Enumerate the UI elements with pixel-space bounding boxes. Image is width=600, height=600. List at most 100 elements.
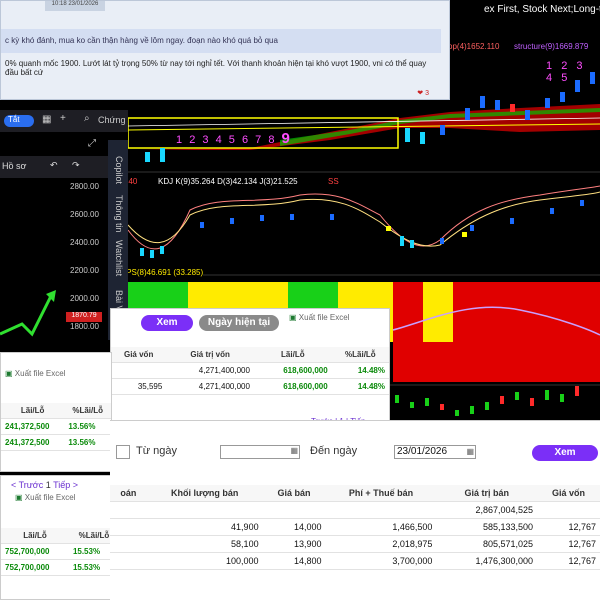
pager-page: 1	[45, 480, 51, 490]
kdj-ss-label: SS	[328, 177, 339, 186]
export-excel-link[interactable]: ▣ Xuất file Excel	[15, 493, 76, 502]
table-row: 4,271,400,000 618,600,000 14.48%	[111, 362, 389, 379]
pager-prev[interactable]: Trước	[19, 480, 44, 490]
calendar-icon[interactable]: ▦	[290, 446, 298, 455]
col-cost: Giá vốn	[537, 485, 600, 502]
cell-pct: 13.56%	[64, 434, 111, 451]
col-fee-tax: Phí + Thuế bán	[325, 485, 437, 502]
table-total-row: 2,867,004,525	[110, 501, 600, 519]
profit-report-panel-2: ▣ Xuất file Excel Lãi/Lỗ %Lãi/Lỗ 241,372…	[0, 352, 112, 472]
search-input[interactable]: Chứng	[98, 115, 126, 125]
wave-number: 3	[576, 60, 586, 72]
cell-cost: 12,767	[537, 552, 600, 570]
cell-cost: 35,595	[111, 378, 167, 395]
table-row: 752,700,000 15.53%	[1, 559, 119, 576]
cell-pct: 14.48%	[331, 378, 389, 395]
cell-cost	[111, 362, 167, 379]
toggle-label: Tắt	[8, 115, 20, 124]
platform-toolbar: Tắt ▦ + ⌕ Chứng	[0, 110, 128, 132]
cell-pl: 618,600,000	[253, 362, 332, 379]
table-header-row: Lãi/Lỗ %Lãi/Lỗ	[1, 403, 111, 419]
price-tick: 2600.00	[70, 210, 99, 219]
cell-value: 805,571,025	[436, 535, 538, 553]
pager-next[interactable]: Tiếp	[53, 480, 70, 490]
pager-next-icon[interactable]: >	[73, 480, 78, 490]
excel-icon: ▣	[289, 313, 297, 322]
table-header-row: Lãi/Lỗ %Lãi/Lỗ	[1, 528, 119, 544]
view-button[interactable]: Xem	[141, 315, 193, 331]
tab-watchlist[interactable]: Watchlist	[114, 240, 124, 276]
chat-message: 0% quanh mốc 1900. Lướt lát tỷ trọng 50%…	[5, 59, 427, 77]
cell-pl: 241,372,500	[1, 418, 65, 435]
col-sell-partial: oán	[110, 485, 147, 502]
export-excel-label: Xuất file Excel	[14, 369, 66, 378]
from-date-checkbox[interactable]	[116, 445, 130, 459]
cell-pct: 14.48%	[331, 362, 389, 379]
col-sell-qty: Khối lượng bán	[146, 485, 263, 502]
wave-number: 8	[268, 134, 277, 146]
wave-numbers-right: 1 2 3 4 5	[546, 60, 600, 84]
chat-window: 10:18 23/01/2026 c kỳ khó đánh, mua ko c…	[0, 0, 450, 100]
tab-copilot[interactable]: Copilot	[114, 156, 124, 184]
to-date-input[interactable]: 23/01/2026 ▦	[394, 445, 476, 459]
cell-value: 1,476,300,000	[436, 552, 538, 570]
today-button[interactable]: Ngày hiện tại	[199, 315, 279, 331]
col-pl: Lãi/Lỗ	[1, 403, 65, 419]
price-tick: 2400.00	[70, 238, 99, 247]
cell-capital: 4,271,400,000	[166, 378, 254, 395]
export-excel-label: Xuất file Excel	[298, 313, 350, 322]
table-row: 752,700,000 15.53%	[1, 543, 119, 560]
col-cost: Giá vốn	[111, 347, 167, 363]
wave-number: 9	[281, 130, 292, 147]
cell-fee: 3,700,000	[325, 552, 437, 570]
profit-table: Lãi/Lỗ %Lãi/Lỗ 241,372,500 13.56% 241,37…	[1, 403, 111, 451]
add-icon[interactable]: +	[60, 113, 66, 124]
profile-label[interactable]: Hồ sơ	[2, 161, 26, 171]
cell-pl: 241,372,500	[1, 434, 65, 451]
fullscreen-icon[interactable]: ⤢	[88, 138, 96, 149]
view-button[interactable]: Xem	[532, 445, 598, 461]
export-excel-link[interactable]: ▣ Xuất file Excel	[289, 313, 350, 322]
to-date-value: 23/01/2026	[397, 446, 448, 457]
wave-number: 5	[561, 72, 571, 84]
quoted-message[interactable]: c kỳ khó đánh, mua ko cần thận hàng về l…	[1, 29, 441, 53]
from-date-input[interactable]: ▦	[220, 445, 300, 459]
table-row: 241,372,500 13.56%	[1, 418, 111, 435]
table-row: 35,595 4,271,400,000 618,600,000 14.48%	[111, 378, 389, 395]
pager-prev-icon[interactable]: <	[11, 480, 16, 490]
pager: < Trước 1 Tiếp >	[11, 480, 78, 490]
redo-icon[interactable]: ↷	[72, 160, 80, 171]
calendar-icon[interactable]: ▦	[466, 447, 474, 456]
message-time: 10:18 23/01/2026	[45, 1, 105, 11]
cell-value: 585,133,500	[436, 518, 538, 536]
toggle-switch[interactable]: Tắt	[4, 115, 34, 127]
ips-label: IPS(8)46.691 (33.285)	[124, 268, 204, 277]
export-excel-link[interactable]: ▣ Xuất file Excel	[5, 369, 66, 378]
table-row: 58,100 13,900 2,018,975 805,571,025 12,7…	[110, 535, 600, 553]
col-pct: %Lãi/Lỗ	[64, 403, 111, 419]
chart-sub-header-1: op(4)1652.110	[448, 42, 500, 51]
tab-info[interactable]: Thông tin	[114, 195, 124, 233]
price-tick: 2800.00	[70, 182, 99, 191]
table-row: 241,372,500 13.56%	[1, 434, 111, 451]
cell-cost: 12,767	[537, 535, 600, 553]
grid-icon[interactable]: ▦	[42, 114, 51, 125]
reaction-badge[interactable]: ❤ 3	[417, 89, 429, 97]
table-row: 100,000 14,800 3,700,000 1,476,300,000 1…	[110, 552, 600, 570]
undo-icon[interactable]: ↶	[50, 160, 58, 171]
from-date-label: Từ ngày	[136, 445, 177, 457]
col-capital: Giá trị vốn	[166, 347, 254, 363]
platform-subbar: Hồ sơ ↶ ↷	[0, 156, 108, 178]
cell-fee: 1,466,500	[325, 518, 437, 536]
sales-report-panel: Từ ngày ▦ Đến ngày 23/01/2026 ▦ Xem oán …	[110, 420, 600, 600]
cell-total-value: 2,867,004,525	[436, 501, 538, 519]
wave-number: 2	[189, 134, 198, 146]
wave-number: 3	[202, 134, 211, 146]
to-date-label: Đến ngày	[310, 445, 358, 457]
wave-number: 5	[228, 134, 237, 146]
cell-pl: 752,700,000	[1, 543, 69, 560]
wave-number: 6	[241, 134, 251, 146]
cell-fee: 2,018,975	[325, 535, 437, 553]
search-icon[interactable]: ⌕	[84, 113, 90, 124]
wave-number: 4	[546, 72, 556, 84]
